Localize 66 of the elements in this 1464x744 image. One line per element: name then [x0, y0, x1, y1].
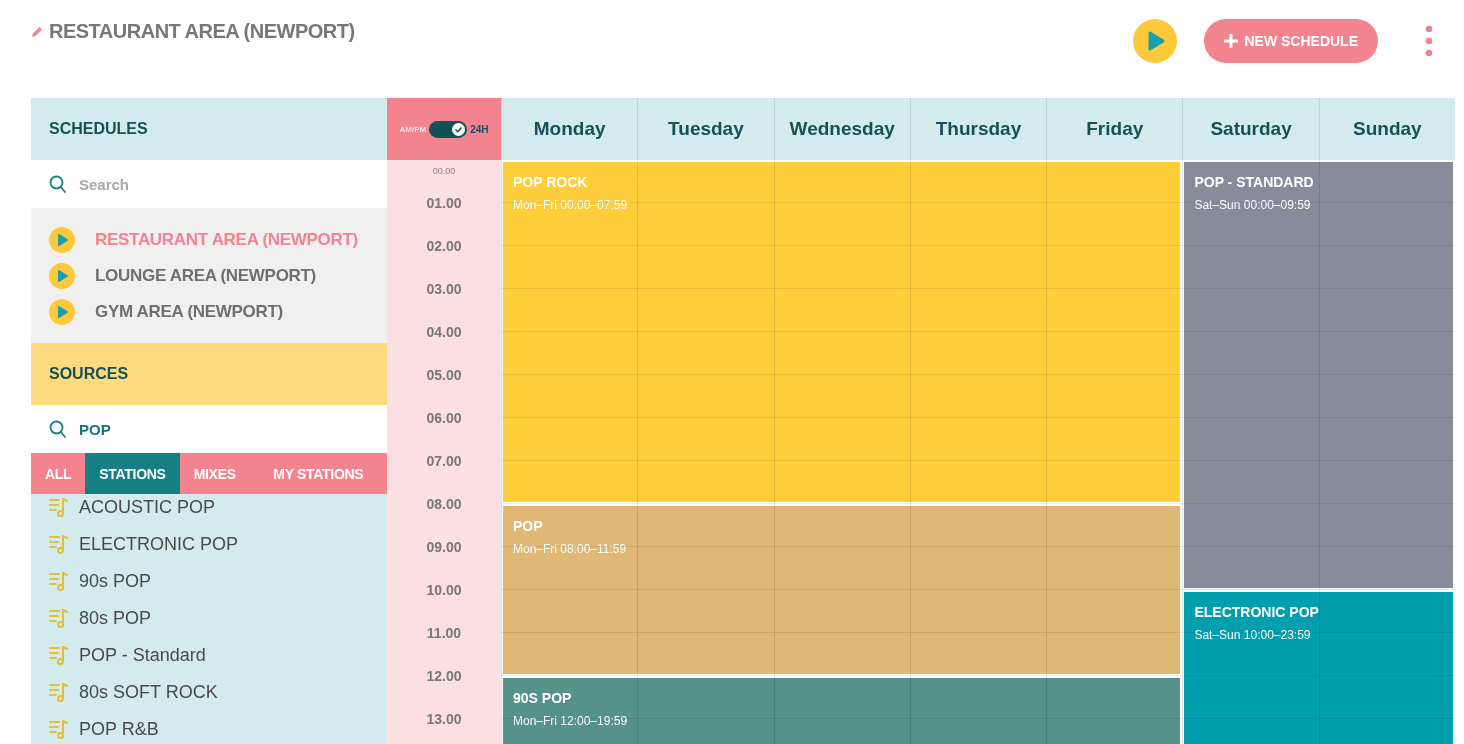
hour-label: 13.00	[426, 711, 462, 727]
schedule-block[interactable]: POP - STANDARD Sat–Sun 00:00–09:59	[1182, 160, 1455, 590]
hour-label: 01.00	[426, 195, 462, 211]
schedule-item[interactable]: GYM AREA (NEWPORT)	[95, 301, 283, 322]
play-icon[interactable]	[49, 226, 75, 253]
play-icon[interactable]	[49, 298, 75, 325]
hour-label: 08.00	[426, 496, 462, 512]
hour-label: 05.00	[426, 367, 462, 383]
station-item[interactable]: ELECTRONIC POP	[79, 533, 239, 555]
am-pm-label: AM/PM	[399, 124, 427, 134]
schedule-item[interactable]: LOUNGE AREA (NEWPORT)	[95, 265, 316, 286]
source-tab[interactable]: MY STATIONS	[249, 453, 387, 494]
block-time: Mon–Fri 00:00–07:59	[513, 198, 629, 212]
schedules-header: SCHEDULES	[31, 98, 387, 160]
play-button[interactable]	[1133, 19, 1178, 63]
source-tab[interactable]: MIXES	[179, 453, 250, 494]
more-menu-icon[interactable]	[1425, 25, 1433, 57]
block-time: Sat–Sun 10:00–23:59	[1194, 628, 1312, 642]
block-title: POP ROCK	[513, 174, 589, 190]
search-icon	[49, 419, 67, 439]
schedule-block[interactable]: 90S POP Mon–Fri 12:00–19:59	[501, 676, 1183, 744]
hour-label: 11.00	[426, 625, 462, 641]
hour-label: 02.00	[426, 238, 462, 254]
music-list-icon	[49, 571, 69, 591]
hour-label: 03.00	[426, 281, 462, 297]
source-search-field[interactable]: POP	[77, 419, 341, 439]
block-title: 90S POP	[513, 690, 573, 706]
source-tab[interactable]: STATIONS	[85, 453, 180, 494]
sources-header: SOURCES	[31, 343, 387, 405]
station-item[interactable]: 80s POP	[79, 607, 152, 629]
play-icon[interactable]	[49, 262, 75, 289]
schedule-search-field[interactable]: Search	[77, 174, 341, 194]
24h-label: 24H	[470, 123, 489, 135]
schedule-block[interactable]: ELECTRONIC POP Sat–Sun 10:00–23:59	[1182, 590, 1455, 744]
hour-label: 10.00	[426, 582, 462, 598]
block-title: POP - STANDARD	[1194, 174, 1315, 190]
station-item[interactable]: POP - Standard	[79, 644, 206, 666]
block-title: POP	[513, 518, 544, 534]
new-schedule-button[interactable]: NEW SCHEDULE	[1204, 19, 1378, 63]
check-icon	[454, 124, 464, 134]
music-list-icon	[49, 608, 69, 628]
music-list-icon	[49, 682, 69, 702]
schedule-title: RESTAURANT AREA (NEWPORT)	[49, 20, 355, 43]
hour-label: 09.00	[426, 539, 462, 555]
search-icon	[49, 174, 67, 194]
hour-label: 00.00	[432, 165, 456, 176]
music-list-icon	[49, 497, 69, 517]
plus-icon	[1224, 34, 1239, 48]
block-title: ELECTRONIC POP	[1194, 604, 1320, 620]
block-time: Mon–Fri 12:00–19:59	[513, 714, 629, 728]
hour-label: 06.00	[426, 410, 462, 426]
hour-label: 12.00	[426, 668, 462, 684]
music-list-icon	[49, 534, 69, 554]
station-item[interactable]: 80s SOFT ROCK	[79, 681, 218, 703]
hour-label: 07.00	[426, 453, 462, 469]
pencil-icon[interactable]	[31, 25, 43, 38]
block-time: Sat–Sun 00:00–09:59	[1194, 198, 1312, 212]
music-list-icon	[49, 645, 69, 665]
source-tab[interactable]: ALL	[31, 453, 86, 494]
music-list-icon	[49, 719, 69, 739]
hour-label: 04.00	[426, 324, 462, 340]
station-item[interactable]: POP R&B	[79, 718, 159, 740]
station-item[interactable]: 90s POP	[79, 570, 152, 592]
clock-toggle[interactable]	[429, 120, 468, 138]
block-time: Mon–Fri 08:00–11:59	[513, 542, 628, 556]
station-item[interactable]: ACOUSTIC POP	[79, 496, 216, 518]
